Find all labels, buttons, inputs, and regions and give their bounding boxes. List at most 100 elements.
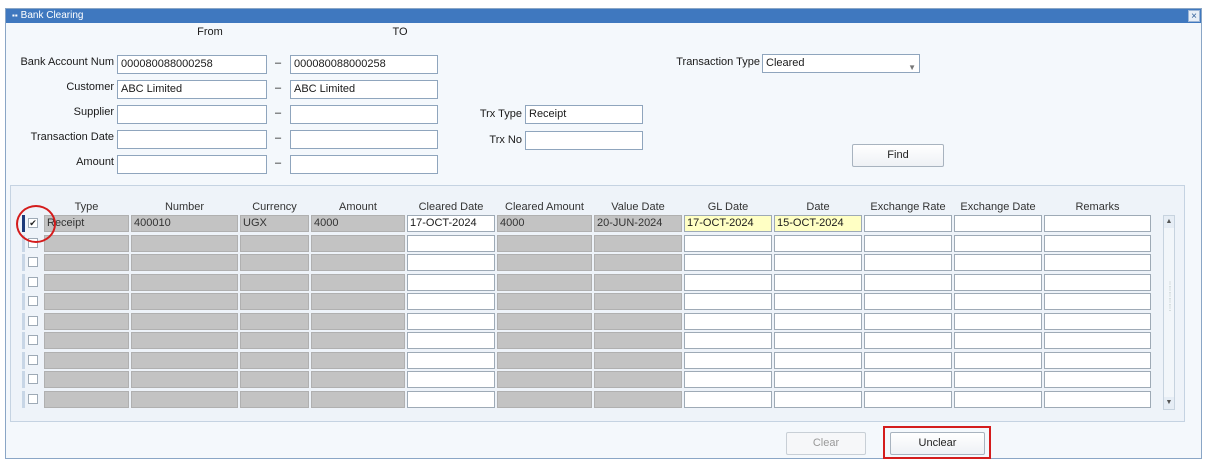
row-indicator[interactable] [22, 254, 25, 271]
cell-remarks[interactable] [1044, 273, 1151, 291]
bank-account-to-field[interactable]: 000080088000258 [290, 55, 438, 74]
transaction-date-from-field[interactable] [117, 130, 267, 149]
cell-exchange-date[interactable] [954, 215, 1042, 232]
cell-remarks[interactable] [1044, 332, 1151, 349]
close-button[interactable]: × [1188, 10, 1200, 22]
cell-exchange-rate[interactable] [864, 234, 952, 252]
cell-gl-date[interactable] [684, 390, 772, 408]
cell-gl-date[interactable] [684, 312, 772, 330]
customer-to-field[interactable]: ABC Limited [290, 80, 438, 99]
cell-cleared-date[interactable] [407, 273, 495, 291]
cell-exchange-rate[interactable] [864, 351, 952, 369]
cell-gl-date[interactable] [684, 351, 772, 369]
range-dash: – [274, 82, 282, 94]
cell-date[interactable] [774, 332, 862, 349]
find-button[interactable]: Find [852, 144, 944, 167]
cell-date[interactable]: 15-OCT-2024 [774, 215, 862, 232]
cell-remarks[interactable] [1044, 215, 1151, 232]
cell-remarks[interactable] [1044, 234, 1151, 252]
cell-gl-date[interactable] [684, 332, 772, 349]
cell-gl-date[interactable] [684, 234, 772, 252]
row-select-checkbox[interactable] [28, 276, 38, 287]
row-indicator[interactable] [22, 390, 25, 408]
cell-gl-date[interactable]: 17-OCT-2024 [684, 215, 772, 232]
cell-remarks[interactable] [1044, 293, 1151, 310]
row-indicator[interactable] [22, 351, 25, 369]
cell-exchange-rate[interactable] [864, 254, 952, 271]
trx-type-field[interactable]: Receipt [525, 105, 643, 124]
cell-cleared-date[interactable]: 17-OCT-2024 [407, 215, 495, 232]
cell-date[interactable] [774, 390, 862, 408]
cell-remarks[interactable] [1044, 312, 1151, 330]
cell-cleared-date[interactable] [407, 254, 495, 271]
cell-remarks[interactable] [1044, 254, 1151, 271]
grid-scrollbar[interactable]: ▲ ⋮ ⋮ ⋮ ⋮ ⋮ ▼ [1163, 215, 1175, 410]
cell-exchange-date[interactable] [954, 312, 1042, 330]
bank-account-from-field[interactable]: 000080088000258 [117, 55, 267, 74]
cell-date[interactable] [774, 273, 862, 291]
cell-exchange-rate[interactable] [864, 332, 952, 349]
cell-remarks[interactable] [1044, 371, 1151, 388]
transaction-date-to-field[interactable] [290, 130, 438, 149]
cell-cleared-date[interactable] [407, 312, 495, 330]
cell-exchange-rate[interactable] [864, 215, 952, 232]
scroll-grip-icon[interactable]: ⋮ ⋮ ⋮ ⋮ ⋮ [1167, 282, 1173, 312]
cell-exchange-date[interactable] [954, 254, 1042, 271]
cell-exchange-date[interactable] [954, 390, 1042, 408]
row-select-checkbox[interactable] [28, 315, 38, 326]
cell-exchange-date[interactable] [954, 351, 1042, 369]
transaction-type-select[interactable]: Cleared ▼ [762, 54, 920, 73]
cell-cleared-date[interactable] [407, 351, 495, 369]
row-select-checkbox[interactable] [28, 393, 38, 404]
row-indicator[interactable] [22, 312, 25, 330]
row-indicator[interactable] [22, 332, 25, 349]
cell-exchange-rate[interactable] [864, 390, 952, 408]
cell-gl-date[interactable] [684, 371, 772, 388]
row-select-checkbox[interactable] [28, 257, 38, 267]
cell-exchange-date[interactable] [954, 371, 1042, 388]
cell-exchange-rate[interactable] [864, 273, 952, 291]
clear-button[interactable]: Clear [786, 432, 866, 455]
cell-exchange-date[interactable] [954, 332, 1042, 349]
cell-exchange-rate[interactable] [864, 312, 952, 330]
cell-exchange-date[interactable] [954, 273, 1042, 291]
cell-cleared-date[interactable] [407, 371, 495, 388]
amount-to-field[interactable] [290, 155, 438, 174]
cell-amount [311, 234, 405, 252]
cell-exchange-rate[interactable] [864, 293, 952, 310]
cell-cleared-date[interactable] [407, 293, 495, 310]
cell-date[interactable] [774, 254, 862, 271]
cell-date[interactable] [774, 312, 862, 330]
scroll-up-icon[interactable]: ▲ [1164, 216, 1174, 228]
cell-number [131, 234, 238, 252]
cell-remarks[interactable] [1044, 351, 1151, 369]
cell-cleared-date[interactable] [407, 390, 495, 408]
row-indicator[interactable] [22, 371, 25, 388]
row-select-checkbox[interactable] [28, 374, 38, 384]
cell-cleared-date[interactable] [407, 234, 495, 252]
cell-exchange-date[interactable] [954, 234, 1042, 252]
row-select-checkbox[interactable] [28, 354, 38, 365]
cell-cleared-date[interactable] [407, 332, 495, 349]
cell-exchange-date[interactable] [954, 293, 1042, 310]
cell-exchange-rate[interactable] [864, 371, 952, 388]
cell-date[interactable] [774, 293, 862, 310]
dropdown-arrow-icon[interactable]: ▼ [908, 59, 916, 72]
cell-date[interactable] [774, 371, 862, 388]
amount-from-field[interactable] [117, 155, 267, 174]
cell-gl-date[interactable] [684, 293, 772, 310]
customer-from-field[interactable]: ABC Limited [117, 80, 267, 99]
cell-gl-date[interactable] [684, 254, 772, 271]
row-select-checkbox[interactable] [28, 335, 38, 345]
cell-gl-date[interactable] [684, 273, 772, 291]
row-indicator[interactable] [22, 293, 25, 310]
supplier-from-field[interactable] [117, 105, 267, 124]
cell-date[interactable] [774, 234, 862, 252]
cell-remarks[interactable] [1044, 390, 1151, 408]
row-indicator[interactable] [22, 273, 25, 291]
scroll-down-icon[interactable]: ▼ [1164, 397, 1174, 409]
trx-no-field[interactable] [525, 131, 643, 150]
supplier-to-field[interactable] [290, 105, 438, 124]
cell-date[interactable] [774, 351, 862, 369]
row-select-checkbox[interactable] [28, 296, 38, 306]
